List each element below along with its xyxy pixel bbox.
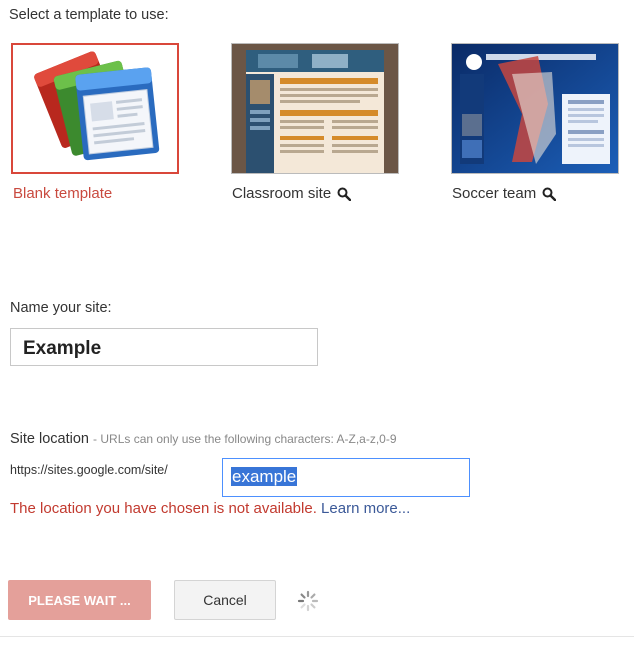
site-name-label: Name your site: — [10, 300, 112, 316]
site-location-row: Site location - URLs can only use the fo… — [10, 431, 397, 447]
blank-template-icon — [34, 51, 160, 161]
location-error-text: The location you have chosen is not avai… — [10, 500, 317, 517]
template-soccer-text: Soccer team — [452, 185, 537, 202]
please-wait-button[interactable]: PLEASE WAIT ... — [8, 580, 151, 620]
site-location-input[interactable]: example — [222, 458, 470, 497]
site-location-label: Site location — [10, 431, 89, 447]
template-blank-text: Blank template — [13, 185, 113, 202]
template-classroom-text: Classroom site — [232, 185, 332, 202]
soccer-thumbnail — [452, 44, 618, 173]
magnifier-icon[interactable] — [542, 187, 557, 201]
learn-more-link[interactable]: Learn more... — [321, 500, 410, 517]
loading-spinner-icon — [297, 590, 319, 612]
url-prefix: https://sites.google.com/site/ — [10, 463, 168, 477]
template-soccer-label[interactable]: Soccer team — [452, 185, 557, 202]
site-name-input[interactable]: Example — [10, 328, 318, 366]
classroom-thumbnail — [232, 44, 398, 173]
site-location-hint: - URLs can only use the following charac… — [93, 432, 397, 446]
location-error: The location you have chosen is not avai… — [10, 500, 410, 517]
template-classroom-label[interactable]: Classroom site — [232, 185, 352, 202]
site-location-value: example — [231, 467, 298, 486]
template-blank-card[interactable] — [11, 43, 179, 174]
magnifier-icon[interactable] — [337, 187, 352, 201]
bottom-divider — [0, 636, 634, 637]
template-classroom-card[interactable] — [231, 43, 399, 174]
template-blank-label[interactable]: Blank template — [13, 185, 112, 202]
page-heading: Select a template to use: — [9, 7, 169, 23]
template-soccer-card[interactable] — [451, 43, 619, 174]
cancel-button[interactable]: Cancel — [174, 580, 276, 620]
